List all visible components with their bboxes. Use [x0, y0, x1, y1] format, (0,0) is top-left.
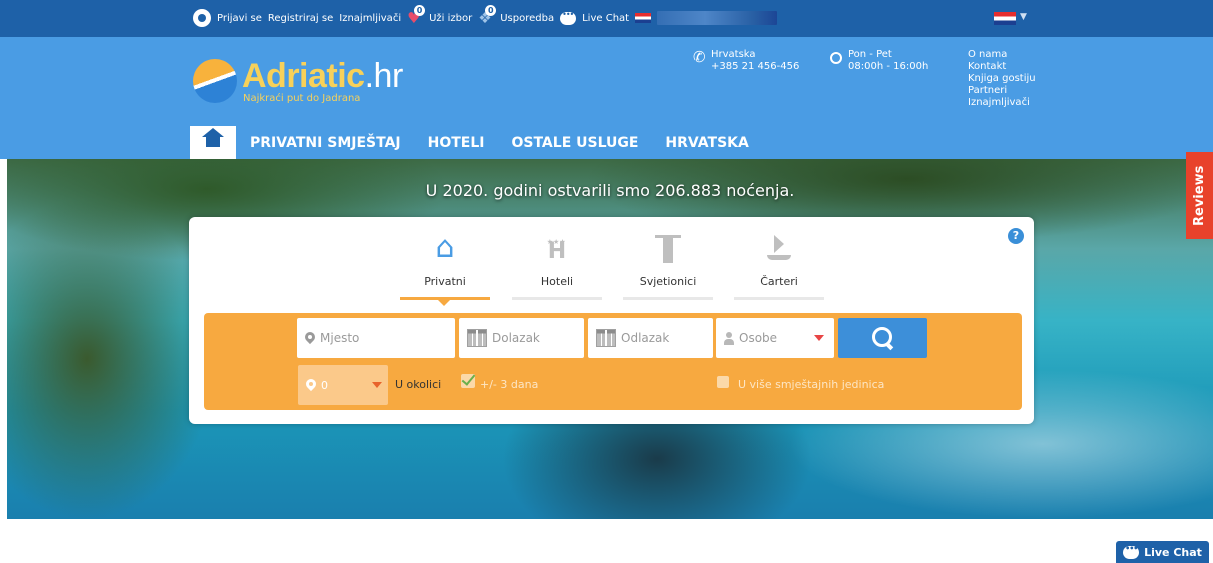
boat-icon [765, 235, 793, 263]
nav-hotels[interactable]: HOTELI [428, 135, 485, 151]
departure-field[interactable] [588, 318, 713, 358]
live-chat-link[interactable]: Live Chat [582, 13, 629, 24]
home-button[interactable] [190, 126, 236, 159]
header-link-contact[interactable]: Kontakt [968, 61, 1036, 73]
top-bar: Prijavi se Registriraj se Iznajmljivači … [0, 0, 1213, 37]
logo-text[interactable]: Adriatic.hr [242, 57, 403, 96]
radius-value: 0 [321, 378, 328, 392]
renters-link[interactable]: Iznajmljivači [339, 13, 401, 24]
help-icon[interactable]: ? [1008, 228, 1024, 244]
main-nav: PRIVATNI SMJEŠTAJ HOTELI OSTALE USLUGE H… [190, 126, 776, 159]
tab-charters[interactable]: Čarteri [734, 227, 824, 300]
live-chat-button[interactable]: Live Chat [1116, 541, 1209, 563]
calendar-icon [596, 329, 616, 347]
compare-count-badge: 0 [485, 5, 497, 16]
compare-icon[interactable]: ❖ 0 [478, 5, 497, 26]
place-input[interactable] [320, 331, 455, 345]
guests-select-label: Osobe [739, 331, 778, 345]
header-links: O nama Kontakt Knjiga gostiju Partneri I… [968, 49, 1036, 109]
arrival-input[interactable] [492, 331, 584, 345]
register-link[interactable]: Registriraj se [268, 13, 333, 24]
lighthouse-icon [655, 233, 681, 263]
nav-private-accommodation[interactable]: PRIVATNI SMJEŠTAJ [250, 135, 401, 151]
hotel-icon: H [547, 231, 566, 263]
tab-underline [400, 297, 490, 306]
tab-private-label: Privatni [424, 275, 466, 288]
flex-dates-label[interactable]: +/- 3 dana [480, 378, 538, 391]
tab-hotels-label: Hoteli [540, 275, 574, 288]
user-icon [193, 9, 211, 27]
tab-underline [623, 297, 713, 300]
tab-lighthouses-label: Svjetionici [639, 275, 697, 288]
top-bar-links: Prijavi se Registriraj se Iznajmljivači … [193, 5, 778, 27]
place-field[interactable] [297, 318, 455, 358]
multi-unit-label[interactable]: U više smještajnih jedinica [738, 378, 884, 391]
calendar-icon [467, 329, 487, 347]
eu-funding-logos [657, 11, 778, 25]
flag-icon [635, 13, 652, 23]
nav-croatia[interactable]: HRVATSKA [665, 135, 748, 151]
login-link[interactable]: Prijavi se [217, 13, 262, 24]
contact-region: Hrvatska [711, 49, 756, 60]
tab-lighthouses[interactable]: Svjetionici [623, 227, 713, 300]
contact-phone[interactable]: +385 21 456-456 [711, 61, 799, 73]
pin-icon [305, 332, 315, 344]
house-icon: ⌂ [435, 230, 455, 265]
nav-other-services[interactable]: OSTALE USLUGE [511, 135, 638, 151]
phone-contact: ✆ Hrvatska +385 21 456-456 [693, 49, 799, 73]
shortlist-link[interactable]: Uži izbor [429, 13, 472, 24]
phone-icon: ✆ [693, 48, 706, 66]
chevron-down-icon [372, 382, 382, 388]
header-link-guestbook[interactable]: Knjiga gostiju [968, 73, 1036, 85]
radius-select[interactable]: 0 [298, 365, 388, 405]
heart-icon[interactable]: ♥ 0 [407, 5, 426, 26]
working-days: Pon - Pet [848, 49, 892, 60]
search-icon [871, 327, 894, 349]
tab-hotels[interactable]: H Hoteli [512, 227, 602, 300]
check-icon[interactable] [461, 374, 475, 388]
hero-title: U 2020. godini ostvarili smo 206.883 noć… [425, 181, 795, 200]
home-icon [202, 127, 224, 150]
nearby-label: U okolici [395, 378, 442, 391]
chat-icon [1123, 544, 1140, 559]
working-hours: Pon - Pet 08:00h - 16:00h [830, 49, 929, 73]
tab-charters-label: Čarteri [760, 275, 798, 288]
person-icon [724, 331, 734, 345]
language-flag-icon[interactable] [994, 12, 1016, 25]
multi-unit-checkbox[interactable] [717, 376, 729, 388]
tab-underline [734, 297, 824, 300]
live-chat-label: Live Chat [1144, 545, 1202, 559]
search-button[interactable] [838, 318, 927, 358]
tab-private[interactable]: ⌂ Privatni [400, 227, 490, 306]
guests-select[interactable]: Osobe [716, 318, 834, 358]
header-link-renters[interactable]: Iznajmljivači [968, 97, 1036, 109]
arrival-field[interactable] [459, 318, 584, 358]
reviews-tab[interactable]: Reviews [1186, 152, 1213, 239]
logo-icon[interactable] [193, 59, 237, 103]
compare-link[interactable]: Usporedba [500, 13, 554, 24]
header-link-about[interactable]: O nama [968, 49, 1036, 61]
chevron-down-icon [814, 335, 824, 341]
chevron-down-icon[interactable]: ▼ [1020, 12, 1027, 22]
clock-icon [830, 52, 842, 64]
logo-tagline: Najkraći put do Jadrana [243, 93, 361, 104]
tab-underline [512, 297, 602, 300]
search-form: Osobe 0 U okolici +/- 3 dana U više smje… [204, 313, 1022, 410]
chat-icon [560, 10, 577, 25]
working-time: 08:00h - 16:00h [848, 61, 929, 72]
departure-input[interactable] [621, 331, 713, 345]
shortlist-count-badge: 0 [414, 5, 426, 16]
pin-icon [306, 379, 316, 391]
search-panel: ? ⌂ Privatni H Hoteli Svjetionici Čarter… [189, 217, 1034, 424]
header-link-partners[interactable]: Partneri [968, 85, 1036, 97]
